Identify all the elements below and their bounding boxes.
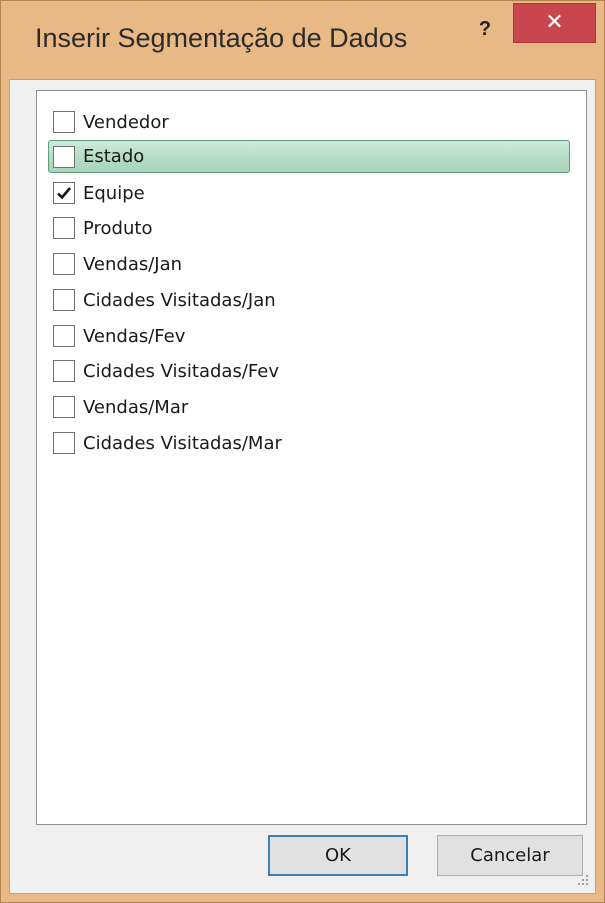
help-button[interactable]: ? (467, 13, 503, 47)
checkbox[interactable] (53, 325, 75, 347)
field-list[interactable]: Vendedor Estado Equipe Produto Vendas/Ja… (36, 90, 587, 825)
field-item-produto[interactable]: Produto (53, 211, 152, 245)
checkbox[interactable] (53, 289, 75, 311)
field-label: Equipe (83, 182, 145, 204)
field-item-vendedor[interactable]: Vendedor (53, 105, 169, 139)
checkbox[interactable] (53, 253, 75, 275)
checkbox[interactable] (53, 360, 75, 382)
checkmark-icon (57, 187, 71, 200)
field-label: Vendas/Mar (83, 396, 189, 418)
resize-grip-icon[interactable] (575, 873, 589, 887)
checkbox[interactable] (53, 432, 75, 454)
dialog-body: Vendedor Estado Equipe Produto Vendas/Ja… (9, 79, 596, 894)
checkbox[interactable] (53, 217, 75, 239)
field-label: Cidades Visitadas/Fev (83, 360, 280, 382)
field-label: Cidades Visitadas/Jan (83, 289, 276, 311)
field-item-vendas-jan[interactable]: Vendas/Jan (53, 247, 182, 281)
field-item-cidades-visitadas-jan[interactable]: Cidades Visitadas/Jan (53, 283, 276, 317)
dialog-title: Inserir Segmentação de Dados (35, 23, 408, 53)
field-item-cidades-visitadas-fev[interactable]: Cidades Visitadas/Fev (53, 354, 279, 388)
field-item-estado[interactable]: Estado (48, 140, 570, 173)
title-bar[interactable]: Inserir Segmentação de Dados ? ✕ (1, 1, 604, 79)
checkbox[interactable] (53, 396, 75, 418)
checkbox[interactable] (53, 111, 75, 133)
field-item-vendas-fev[interactable]: Vendas/Fev (53, 319, 185, 353)
insert-slicer-dialog: Inserir Segmentação de Dados ? ✕ Vendedo… (0, 0, 605, 903)
field-item-cidades-visitadas-mar[interactable]: Cidades Visitadas/Mar (53, 426, 282, 460)
checkbox[interactable] (53, 182, 75, 204)
field-label: Vendedor (83, 111, 169, 133)
field-label: Estado (83, 146, 145, 167)
checkbox[interactable] (53, 145, 75, 168)
field-label: Vendas/Fev (83, 325, 186, 347)
field-item-equipe[interactable]: Equipe (53, 176, 145, 210)
field-label: Cidades Visitadas/Mar (83, 432, 282, 454)
close-button[interactable]: ✕ (513, 3, 596, 43)
close-icon: ✕ (545, 10, 564, 35)
field-label: Produto (83, 217, 153, 239)
ok-button[interactable]: OK (268, 835, 408, 876)
field-label: Vendas/Jan (83, 253, 183, 275)
cancel-button[interactable]: Cancelar (437, 835, 583, 876)
field-item-vendas-mar[interactable]: Vendas/Mar (53, 390, 188, 424)
